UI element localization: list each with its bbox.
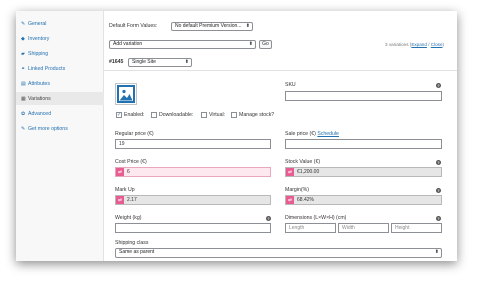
stock-value-field: ⇄ €1,200.00: [285, 167, 442, 177]
image-placeholder-icon: [117, 85, 135, 103]
box-icon: ◆: [21, 35, 25, 42]
dimensions-label: Dimensions (L×W×H) (cm): [285, 215, 347, 221]
virtual-checkbox[interactable]: [201, 112, 207, 118]
tab-label: Inventory: [28, 35, 50, 42]
tab-label: Linked Products: [28, 65, 66, 72]
sku-input[interactable]: [285, 91, 442, 101]
margin-label: Margin(%): [285, 187, 309, 193]
shipping-class-select[interactable]: Same as parent ⬍: [115, 248, 442, 258]
virtual-label: Virtual:: [209, 112, 226, 118]
expand-link[interactable]: Expand: [411, 42, 427, 47]
help-icon[interactable]: ?: [266, 216, 271, 221]
atum-tag-icon: ⇄: [286, 168, 294, 176]
variations-count-text: 3 variations: [385, 42, 409, 47]
enabled-checkbox[interactable]: ✓: [116, 112, 122, 118]
width-placeholder: Width: [342, 225, 355, 231]
weight-input[interactable]: [115, 223, 271, 233]
regular-price-input[interactable]: 19: [115, 139, 271, 149]
product-data-panel: ✎ General ◆ Inventory ▰ Shipping ⚭ Linked Pr…: [16, 11, 457, 261]
cost-price-value: 6: [127, 169, 130, 175]
shipping-class-label: Shipping class: [115, 240, 149, 246]
stock-value-value: €1,200.00: [297, 169, 320, 175]
truck-icon: ▰: [21, 50, 25, 57]
help-icon[interactable]: ?: [436, 160, 441, 165]
select-arrows-icon: ⬍: [184, 59, 189, 65]
tab-label: Attributes: [28, 80, 50, 87]
help-icon[interactable]: ?: [436, 188, 441, 193]
variation-actions-select[interactable]: Add variation ⬍: [109, 40, 256, 49]
manage-stock-label: Manage stock?: [239, 112, 275, 118]
select-value: Add variation: [113, 41, 143, 47]
atum-tag-icon: ⇄: [116, 168, 124, 176]
tab-label: General: [28, 20, 47, 27]
atum-tag-icon: ⇄: [286, 196, 294, 204]
cost-price-input[interactable]: ⇄ 6: [115, 167, 271, 177]
markup-value: 2.17: [127, 197, 137, 203]
markup-field: ⇄ 2.17: [115, 195, 271, 205]
tab-advanced[interactable]: ✿ Advanced: [16, 107, 104, 120]
schedule-link[interactable]: Schedule: [317, 131, 339, 137]
grid-icon: ▦: [21, 95, 26, 102]
product-data-tabs: ✎ General ◆ Inventory ▰ Shipping ⚭ Linked Pr…: [16, 11, 104, 261]
height-placeholder: Height: [395, 225, 410, 231]
height-input[interactable]: Height: [391, 223, 442, 233]
tab-variations[interactable]: ▦ Variations: [16, 92, 104, 105]
tab-label: Get more options: [28, 125, 68, 132]
stock-value-label: Stock Value (€): [285, 159, 321, 165]
paren-close: ): [442, 42, 445, 47]
downloadable-checkbox[interactable]: [151, 112, 157, 118]
checkmark-icon: ✓: [117, 112, 122, 118]
length-input[interactable]: Length: [285, 223, 336, 233]
select-arrows-icon: ⬍: [248, 41, 253, 47]
plugin-icon: ✎: [21, 125, 26, 132]
tab-label: Advanced: [28, 110, 52, 117]
default-form-values-label: Default Form Values:: [109, 23, 158, 29]
cost-price-label: Cost Price (€): [115, 159, 147, 165]
link-icon: ⚭: [21, 65, 26, 72]
tab-label: Shipping: [28, 50, 49, 57]
separator: /: [428, 42, 430, 47]
regular-price-label: Regular price (€): [115, 131, 154, 137]
margin-field: ⇄ 68.42%: [285, 195, 442, 205]
atum-tag-icon: ⇄: [116, 196, 124, 204]
length-placeholder: Length: [289, 225, 305, 231]
help-icon[interactable]: ?: [436, 216, 441, 221]
tab-attributes[interactable]: ▤ Attributes: [16, 77, 104, 90]
tab-linked-products[interactable]: ⚭ Linked Products: [16, 62, 104, 75]
select-arrows-icon: ⬍: [245, 23, 250, 29]
tab-label: Variations: [28, 95, 51, 102]
variation-id: #1645: [109, 59, 124, 65]
sku-label: SKU: [285, 82, 296, 88]
default-form-values-select[interactable]: No default Premium Version... ⬍: [171, 22, 253, 31]
tab-get-more-options[interactable]: ✎ Get more options: [16, 122, 104, 135]
margin-value: 68.42%: [297, 197, 314, 203]
divider: [104, 70, 457, 71]
go-button[interactable]: Go: [259, 40, 272, 49]
sale-price-label: Sale price (€) Schedule: [285, 131, 339, 138]
variation-image-upload[interactable]: [115, 83, 137, 105]
weight-label: Weight (kg): [115, 215, 142, 221]
sale-price-label-text: Sale price (€): [285, 131, 316, 137]
select-value: Single Site: [132, 59, 156, 65]
width-input[interactable]: Width: [338, 223, 389, 233]
markup-label: Mark Up: [115, 187, 135, 193]
gear-icon: ✿: [21, 110, 26, 117]
tab-shipping[interactable]: ▰ Shipping: [16, 47, 104, 60]
variation-type-select[interactable]: Single Site ⬍: [128, 58, 192, 67]
enabled-label: Enabled:: [124, 112, 145, 118]
select-value: No default Premium Version...: [175, 23, 242, 29]
manage-stock-checkbox[interactable]: [231, 112, 237, 118]
close-link[interactable]: Close: [431, 42, 443, 47]
downloadable-label: Downloadable:: [159, 112, 194, 118]
tab-inventory[interactable]: ◆ Inventory: [16, 32, 104, 45]
tab-general[interactable]: ✎ General: [16, 17, 104, 30]
sale-price-input[interactable]: [285, 139, 442, 149]
select-value: Same as parent: [119, 249, 155, 255]
select-arrows-icon: ⬍: [434, 249, 439, 255]
help-icon[interactable]: ?: [436, 83, 441, 88]
list-icon: ▤: [21, 80, 26, 87]
wrench-icon: ✎: [21, 20, 26, 27]
variations-count: 3 variations (Expand / Close): [385, 41, 444, 48]
